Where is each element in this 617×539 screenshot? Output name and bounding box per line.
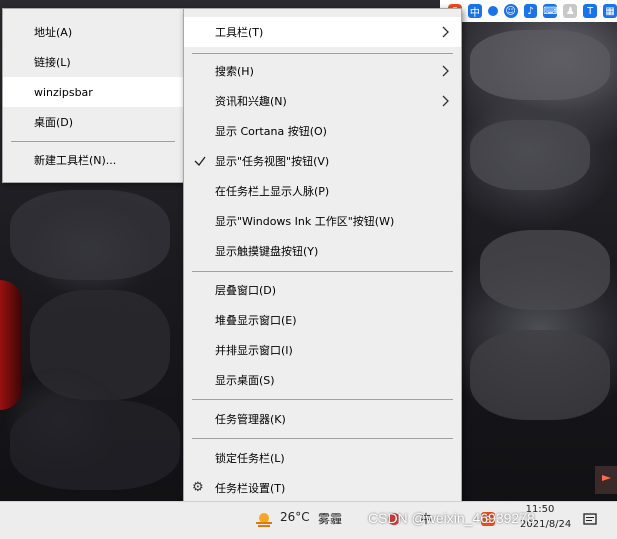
menu-item-show-task-view[interactable]: 显示"任务视图"按钮(V) [184, 146, 461, 176]
menu-item-lock-taskbar[interactable]: 锁定任务栏(L) [184, 443, 461, 473]
submenu-item-label: 地址(A) [34, 26, 73, 39]
weather-haze-icon [256, 513, 272, 527]
flag-icon [602, 475, 611, 481]
menu-item-label: 任务栏设置(T) [215, 482, 286, 495]
menu-item-search[interactable]: 搜索(H) [184, 56, 461, 86]
menu-item-label: 层叠窗口(D) [215, 284, 277, 297]
menu-item-label: 工具栏(T) [215, 26, 264, 39]
menu-item-label: 资讯和兴趣(N) [215, 95, 287, 108]
submenu-item-address[interactable]: 地址(A) [3, 17, 183, 47]
menu-item-touch-keyboard[interactable]: 显示触摸键盘按钮(Y) [184, 236, 461, 266]
menu-item-label: 并排显示窗口(I) [215, 344, 293, 357]
notification-flag[interactable] [595, 466, 617, 494]
submenu-item-label: 新建工具栏(N)... [34, 154, 117, 167]
menu-item-show-cortana[interactable]: 显示 Cortana 按钮(O) [184, 116, 461, 146]
action-center-icon[interactable] [582, 512, 598, 528]
menu-item-toolbars[interactable]: 工具栏(T) [184, 17, 461, 47]
watermark: CSDN @weixin_46939278 [368, 510, 535, 526]
submenu-item-winzipsbar[interactable]: winzipsbar [3, 77, 183, 107]
temperature[interactable]: 26°C [280, 510, 310, 524]
menu-item-taskbar-settings[interactable]: ⚙ 任务栏设置(T) [184, 473, 461, 503]
submenu-item-label: winzipsbar [34, 85, 93, 99]
emoji-icon[interactable]: ☺ [503, 4, 518, 18]
menu-item-label: 任务管理器(K) [215, 413, 286, 426]
submenu-item-new-toolbar[interactable]: 新建工具栏(N)... [3, 145, 183, 175]
menu-item-show-desktop[interactable]: 显示桌面(S) [184, 365, 461, 395]
menu-item-news-interests[interactable]: 资讯和兴趣(N) [184, 86, 461, 116]
red-light [0, 280, 22, 410]
menu-item-label: 显示桌面(S) [215, 374, 275, 387]
user-icon[interactable]: ♟ [563, 4, 578, 18]
submenu-item-links[interactable]: 链接(L) [3, 47, 183, 77]
chevron-right-icon [442, 26, 449, 38]
menu-item-label: 显示 Cortana 按钮(O) [215, 125, 327, 138]
menu-item-stack[interactable]: 堆叠显示窗口(E) [184, 305, 461, 335]
shirt-icon[interactable]: T [583, 4, 598, 18]
weather-text[interactable]: 雾霾 [318, 510, 342, 527]
chevron-right-icon [442, 95, 449, 107]
menu-item-label: 搜索(H) [215, 65, 254, 78]
keyboard-icon[interactable]: ⌨ [543, 4, 558, 18]
rock-shape [470, 330, 610, 420]
menu-item-label: 显示"任务视图"按钮(V) [215, 155, 330, 168]
menu-item-label: 显示触摸键盘按钮(Y) [215, 245, 319, 258]
menu-separator [192, 438, 453, 439]
rock-shape [10, 400, 180, 490]
menu-item-label: 显示"Windows Ink 工作区"按钮(W) [215, 215, 395, 228]
settings-dot-icon[interactable] [487, 6, 498, 16]
rock-shape [10, 190, 170, 280]
menu-separator [192, 53, 453, 54]
menu-item-side-by-side[interactable]: 并排显示窗口(I) [184, 335, 461, 365]
rock-shape [470, 120, 590, 190]
submenu-item-label: 链接(L) [34, 56, 71, 69]
menu-item-cascade[interactable]: 层叠窗口(D) [184, 275, 461, 305]
rock-shape [30, 290, 170, 400]
menu-separator [11, 141, 175, 142]
menu-item-task-manager[interactable]: 任务管理器(K) [184, 404, 461, 434]
checkmark-icon [194, 156, 206, 166]
ime-toolbar: S 中 ☺ ♪ ⌨ ♟ T ▦ [440, 0, 617, 22]
menu-separator [192, 271, 453, 272]
submenu-item-label: 桌面(D) [34, 116, 74, 129]
rock-shape [470, 30, 610, 100]
menu-item-label: 在任务栏上显示人脉(P) [215, 185, 330, 198]
toolbars-submenu: 地址(A) 链接(L) winzipsbar 桌面(D) 新建工具栏(N)... [2, 8, 184, 183]
menu-item-show-people[interactable]: 在任务栏上显示人脉(P) [184, 176, 461, 206]
menu-item-label: 锁定任务栏(L) [215, 452, 285, 465]
grid-icon[interactable]: ▦ [603, 4, 617, 18]
menu-item-windows-ink[interactable]: 显示"Windows Ink 工作区"按钮(W) [184, 206, 461, 236]
gear-icon: ⚙ [192, 480, 204, 495]
ime-zh-icon[interactable]: 中 [467, 4, 482, 19]
menu-item-label: 堆叠显示窗口(E) [215, 314, 297, 327]
menu-separator [192, 399, 453, 400]
microphone-icon[interactable]: ♪ [523, 4, 538, 18]
chevron-right-icon [442, 65, 449, 77]
rock-shape [480, 230, 610, 310]
taskbar-context-menu: 工具栏(T) 搜索(H) 资讯和兴趣(N) 显示 Cortana 按钮(O) 显… [183, 8, 462, 510]
submenu-item-desktop[interactable]: 桌面(D) [3, 107, 183, 137]
